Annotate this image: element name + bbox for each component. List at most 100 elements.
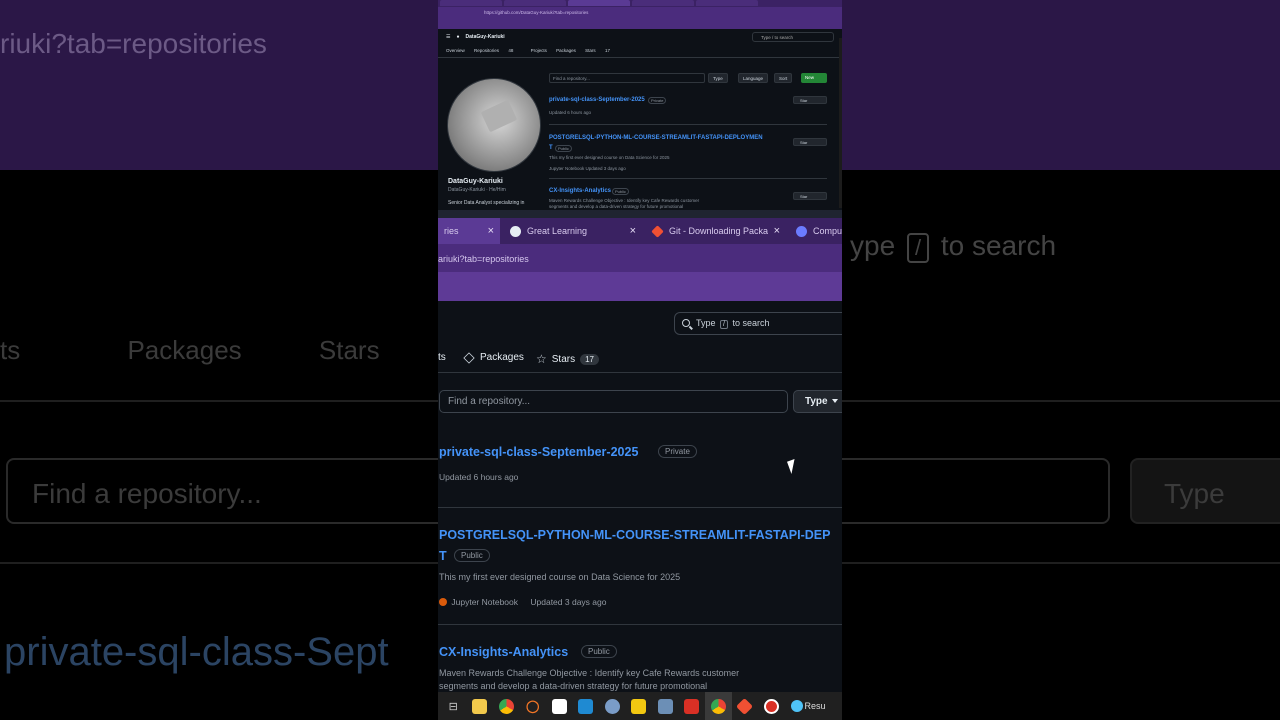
find-repository-input[interactable]: Find a repository...	[439, 390, 788, 413]
mini-repo-2-desc: This my first ever designed course on Da…	[549, 155, 670, 160]
profile-nav: ts Packages ☆ Stars 17	[438, 348, 842, 372]
repo-link-2-cont[interactable]: T	[439, 549, 447, 563]
tab-repositories[interactable]: ries ×	[438, 218, 500, 244]
chrome-icon[interactable]	[493, 692, 520, 720]
wps-icon[interactable]	[679, 692, 706, 720]
repo-meta: Jupyter Notebook Updated 3 days ago	[439, 597, 606, 607]
mini-github-header: ☰ ● DataGuy-Kariuki Type / to search	[438, 29, 842, 45]
mini-username: DataGuy-Kariuki	[465, 34, 505, 40]
mini-repo-2-cont: T	[549, 145, 553, 151]
mini-bookmarks-bar	[438, 19, 842, 29]
backdrop-search-hint: ype / to search	[850, 230, 1057, 263]
mini-nav-packages: Packages	[556, 48, 576, 53]
repo-link-1[interactable]: private-sql-class-September-2025	[439, 445, 638, 459]
mini-repo-2-badge: Public	[555, 145, 572, 152]
language-color-dot	[439, 598, 447, 606]
tab-computer-vision[interactable]: Compu	[790, 218, 842, 244]
file-explorer-icon[interactable]	[467, 692, 494, 720]
bookmarks-bar	[438, 272, 842, 301]
mini-star-button-1: Star	[793, 96, 827, 104]
mini-profile-name: DataGuy-Kariuki	[448, 178, 503, 185]
nav-divider	[438, 372, 842, 373]
tab-great-learning[interactable]: Great Learning ×	[504, 218, 642, 244]
mini-browser-screenshot: https://github.com/DataGuy-Kariuki?tab=r…	[438, 0, 842, 218]
repo-description: Maven Rewards Challenge Objective : Iden…	[439, 668, 740, 691]
mini-address-bar: https://github.com/DataGuy-Kariuki?tab=r…	[438, 7, 842, 19]
mini-repo-3-desc: Maven Rewards Challenge Objective : Iden…	[549, 198, 700, 203]
mini-nav-projects: Projects	[530, 48, 547, 53]
video-panel: https://github.com/DataGuy-Kariuki?tab=r…	[438, 0, 842, 720]
mini-sort-button: Sort	[774, 73, 793, 83]
mini-repo-1-meta: Updated 6 hours ago	[549, 110, 592, 115]
mouse-cursor-icon	[787, 459, 799, 474]
repo-divider	[438, 624, 842, 625]
tab-close-icon[interactable]: ×	[630, 225, 636, 237]
search-icon	[682, 319, 690, 327]
chevron-down-icon	[831, 399, 838, 404]
nav-packages[interactable]: Packages	[463, 351, 524, 364]
backdrop-nav: ts Packages Stars	[0, 335, 380, 365]
repo-link-2[interactable]: POSTGRELSQL-PYTHON-ML-COURSE-STREAMLIT-F…	[439, 528, 830, 542]
address-bar[interactable]: ariuki?tab=repositories	[438, 244, 842, 272]
repo-divider	[438, 507, 842, 508]
mini-star-button-3: Star	[793, 192, 827, 200]
mini-profile-handle: DataGuy-Kariuki · He/Him	[448, 187, 506, 193]
repo-link-3[interactable]: CX-Insights-Analytics	[439, 645, 568, 659]
mini-find-input: Find a repository...	[549, 73, 705, 83]
repo-language: Jupyter Notebook	[451, 597, 518, 607]
tab-git-downloading[interactable]: Git - Downloading Packa ×	[646, 218, 786, 244]
mini-profile-nav: Overview Repositories 48 Projects Packag…	[438, 45, 842, 58]
resume-app-icon[interactable]: Resu	[785, 692, 826, 720]
mini-nav-repositories: Repositories 48	[474, 48, 514, 53]
mini-nav-stars: Stars 17	[585, 48, 610, 53]
mini-repo-2-meta: Jupyter Notebook Updated 3 days ago	[549, 166, 626, 171]
postgres-icon[interactable]	[652, 692, 679, 720]
mini-repo-1: private-sql-class-September-2025	[549, 97, 645, 103]
tab-close-icon[interactable]: ×	[488, 225, 494, 237]
repo-description: This my first ever designed course on Da…	[439, 572, 681, 582]
mini-new-button: New	[801, 73, 827, 83]
mini-menu-icon: ☰	[446, 34, 451, 40]
mini-taskbar	[438, 210, 842, 218]
site-icon	[796, 225, 807, 237]
mini-tab-strip	[438, 0, 842, 7]
r-icon[interactable]	[599, 692, 626, 720]
backdrop-url: riuki?tab=repositories	[0, 28, 267, 59]
tab-close-icon[interactable]: ×	[774, 225, 780, 237]
repo-updated: Updated 3 days ago	[530, 597, 607, 607]
mini-search-input: Type / to search	[752, 32, 834, 42]
backdrop-type-button: Type	[1130, 458, 1280, 524]
mini-profile-bio: Senior Data Analyst specializing in	[448, 200, 525, 206]
vscode-icon[interactable]	[573, 692, 600, 720]
mini-nav-overview: Overview	[446, 48, 465, 53]
browser-tab-bar: ries × Great Learning × Git - Downloadin…	[438, 218, 842, 244]
mini-language-button: Language	[738, 73, 769, 83]
visibility-badge: Public	[454, 549, 490, 562]
mini-star-button-2: Star	[793, 138, 827, 146]
backdrop-nav-stars: Stars	[318, 335, 380, 365]
package-icon	[463, 351, 475, 364]
mini-repo-3: CX-Insights-Analytics	[549, 188, 612, 194]
mini-github-logo-icon: ●	[456, 34, 460, 40]
powerbi-icon[interactable]	[626, 692, 653, 720]
mini-repo-2: POSTGRELSQL-PYTHON-ML-COURSE-STREAMLIT-F…	[549, 135, 763, 141]
repo-updated: Updated 6 hours ago	[439, 472, 519, 482]
recorder-icon[interactable]	[758, 692, 785, 720]
mini-repo-1-badge: Private	[648, 97, 667, 104]
search-input[interactable]: Type / to search	[674, 312, 842, 335]
backdrop-nav-packages: Packages	[127, 335, 242, 365]
capcut-icon[interactable]	[546, 692, 573, 720]
type-filter-button[interactable]: Type	[793, 390, 842, 413]
nav-stars[interactable]: ☆ Stars 17	[536, 352, 600, 366]
task-view-icon[interactable]: ⊟	[440, 692, 467, 720]
git-icon[interactable]	[732, 692, 759, 720]
windows-taskbar: ⊟ ◯ Resu	[438, 692, 842, 720]
chrome-active-icon[interactable]	[705, 692, 732, 720]
mini-scrollbar	[839, 38, 842, 208]
visibility-badge: Public	[581, 645, 617, 658]
google-icon	[510, 225, 521, 237]
jupyter-icon[interactable]: ◯	[520, 692, 547, 720]
mini-avatar	[447, 78, 541, 172]
stars-counter: 17	[580, 353, 600, 365]
nav-projects[interactable]: ts	[438, 352, 446, 363]
